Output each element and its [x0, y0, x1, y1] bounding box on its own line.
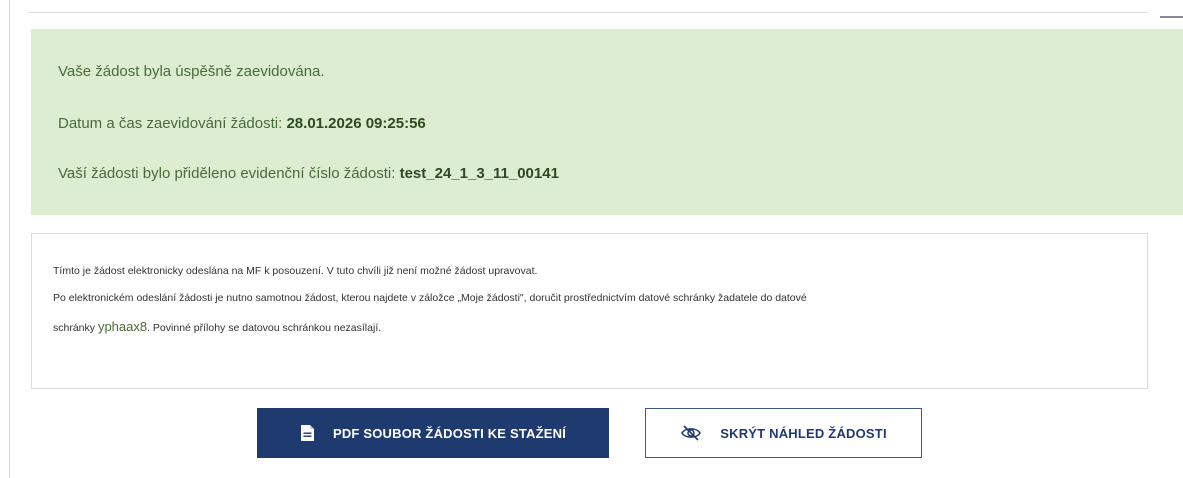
- hide-preview-button-label: SKRÝT NÁHLED ŽÁDOSTI: [720, 425, 887, 441]
- info-text-suffix: . Povinné přílohy se datovou schránkou n…: [147, 322, 382, 334]
- submission-datetime-label: Datum a čas zaevidování žádosti:: [58, 115, 283, 132]
- download-pdf-button-label: PDF SOUBOR ŽÁDOSTI KE STAŽENÍ: [332, 425, 567, 441]
- info-text-line-2: Po elektronickém odeslání žádosti je nut…: [53, 292, 807, 304]
- data-box-id: yphaax8: [97, 319, 148, 334]
- top-divider: [28, 12, 1148, 13]
- info-text-line-3: schránky yphaax8. Povinné přílohy se dat…: [53, 319, 381, 334]
- submission-datetime-value: 28.01.2026 09:25:56: [286, 115, 426, 132]
- info-text-line-1: Tímto je žádost elektronicky odeslána na…: [53, 265, 538, 277]
- submission-datetime: Datum a čas zaevidování žádosti: 28.01.2…: [58, 115, 426, 132]
- hide-preview-button[interactable]: SKRÝT NÁHLED ŽÁDOSTI: [645, 408, 922, 458]
- registration-number: Vaší žádosti bylo přiděleno evidenční čí…: [58, 165, 559, 182]
- info-panel: Tímto je žádost elektronicky odeslána na…: [31, 233, 1148, 389]
- info-text-prefix: schránky: [53, 322, 96, 334]
- registration-number-value: test_24_1_3_11_00141: [399, 165, 559, 182]
- file-document-icon: [300, 424, 315, 442]
- registration-number-label: Vaší žádosti bylo přiděleno evidenční čí…: [58, 165, 396, 182]
- left-divider: [9, 0, 10, 478]
- success-message: Vaše žádost byla úspěšně zaevidována.: [58, 63, 325, 80]
- download-pdf-button[interactable]: PDF SOUBOR ŽÁDOSTI KE STAŽENÍ: [257, 408, 609, 458]
- success-message-panel: Vaše žádost byla úspěšně zaevidována. Da…: [31, 29, 1183, 215]
- collapse-dash: [1160, 16, 1183, 18]
- eye-slash-icon: [680, 424, 702, 442]
